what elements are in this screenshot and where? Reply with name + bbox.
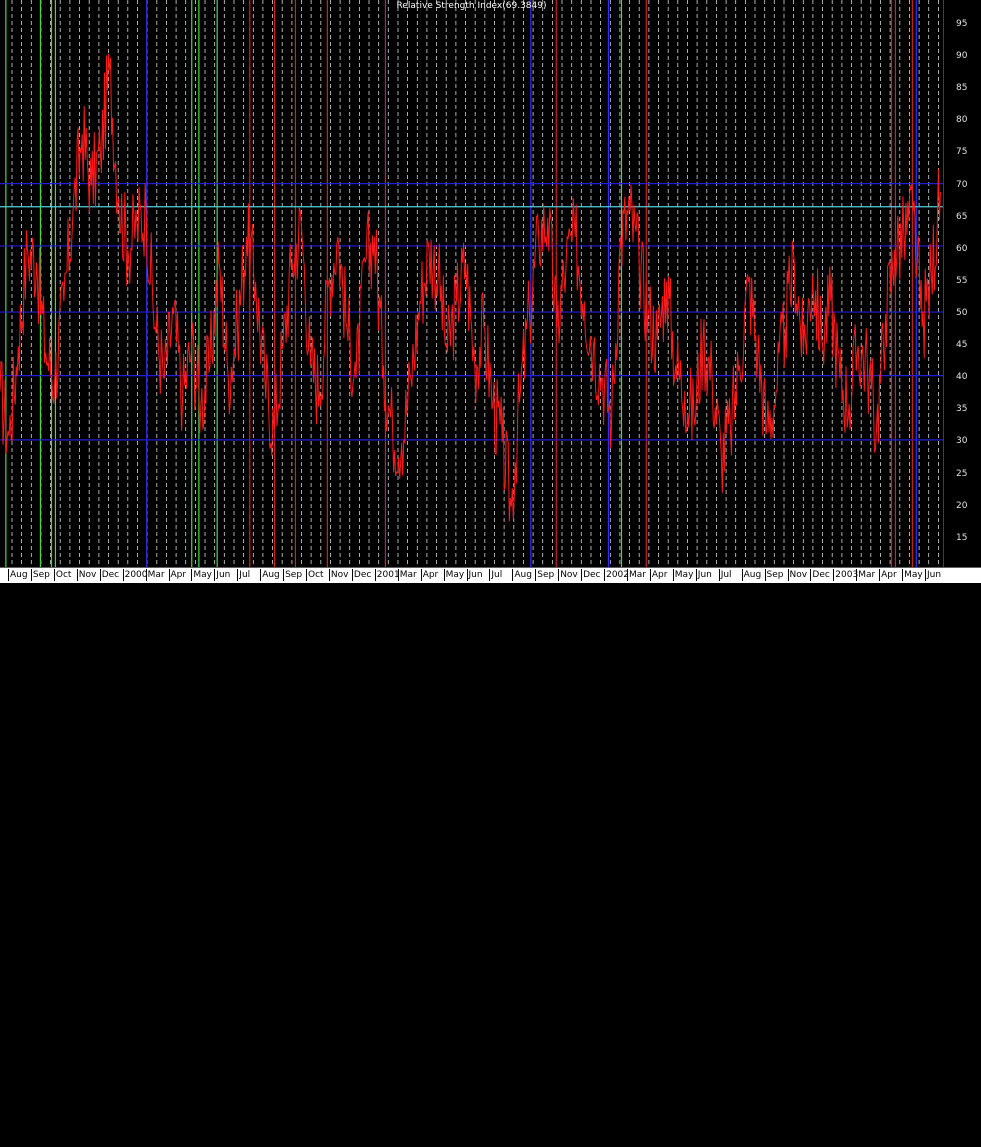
x-tick-label: Sep: [30, 569, 50, 581]
x-tick-label: May: [902, 569, 923, 581]
y-tick-label: 75: [956, 147, 968, 158]
x-tick-label: Sep: [283, 569, 303, 581]
x-tick-label: Jun: [695, 569, 712, 581]
y-tick-label: 35: [956, 404, 968, 415]
x-tick-label: Jun: [466, 569, 483, 581]
y-tick-label: 85: [956, 83, 968, 94]
y-tick-label: 80: [956, 115, 968, 126]
x-tick-label: May: [191, 569, 212, 581]
x-tick-label: Dec: [581, 569, 601, 581]
x-tick-label: Sep: [764, 569, 784, 581]
x-tick-label: Jun: [925, 569, 942, 581]
chart-title: Relative Strength Index(69.3849): [396, 1, 547, 11]
vertical-gridlines: [11, 0, 939, 567]
x-tick-label: Mar: [627, 569, 646, 581]
x-tick-label: Dec: [810, 569, 830, 581]
x-tick-label: Jul: [237, 569, 251, 581]
y-tick-label: 15: [956, 532, 968, 543]
x-tick-label: May: [672, 569, 694, 581]
x-tick-label: Jun: [214, 569, 231, 581]
x-tick-label: Apr: [420, 569, 439, 581]
x-tick-label: Dec: [99, 569, 120, 581]
x-tick-label: Apr: [879, 569, 897, 581]
rsi-series-group: [0, 53, 941, 522]
y-tick-label: 40: [956, 372, 968, 383]
x-tick-label: Mar: [856, 569, 876, 581]
y-tick-label: 50: [956, 308, 968, 318]
x-axis-bar: ⚙ Aug Sep Oct Nov Dec 2000 Mar Apr May Jun Jul Aug S…: [0, 567, 981, 1147]
x-tick-label: Apr: [649, 569, 668, 581]
y-tick-label: 30: [956, 436, 968, 447]
x-tick-label: Jul: [489, 569, 503, 581]
x-tick-label: Jul: [718, 569, 732, 581]
x-tick-label: Aug: [8, 569, 28, 581]
x-tick-label: Dec: [351, 569, 372, 581]
x-tick-label: Apr: [168, 569, 187, 581]
x-tick-label: Nov: [328, 569, 349, 581]
y-tick-label: 55: [956, 275, 968, 286]
y-tick-label: 90: [956, 51, 968, 62]
x-tick-label: Nov: [76, 569, 97, 581]
x-tick-label: Nov: [558, 569, 578, 581]
x-tick-label: 2003: [833, 569, 859, 581]
x-tick-label: Mar: [397, 569, 417, 581]
x-tick-label: Sep: [535, 569, 555, 581]
x-tick-label: Nov: [787, 569, 808, 581]
x-tick-label: 2001: [374, 569, 400, 581]
x-tick-label: 2000: [122, 569, 148, 581]
y-tick-label: 95: [956, 19, 968, 30]
y-tick-label: 25: [956, 468, 968, 479]
x-tick-label: Oct: [53, 569, 72, 581]
x-tick-label: May: [443, 569, 465, 581]
x-tick-label: Aug: [741, 569, 762, 581]
x-tick-label: Mar: [145, 569, 165, 581]
y-tick-label: 65: [956, 211, 968, 222]
y-tick-label: 70: [956, 179, 968, 190]
x-tick-label: Aug: [512, 569, 532, 581]
y-tick-label: 20: [956, 500, 968, 511]
x-tick-label: 2002: [604, 569, 629, 581]
rsi-series-line: [0, 53, 941, 522]
rsi-chart: [0, 0, 944, 567]
y-tick-label: 45: [956, 340, 968, 351]
y-tick-label: 60: [956, 243, 968, 254]
x-tick-label: Oct: [306, 569, 324, 581]
x-tick-label: Aug: [260, 569, 280, 581]
settings-icon[interactable]: ⚙: [957, 1138, 964, 1147]
